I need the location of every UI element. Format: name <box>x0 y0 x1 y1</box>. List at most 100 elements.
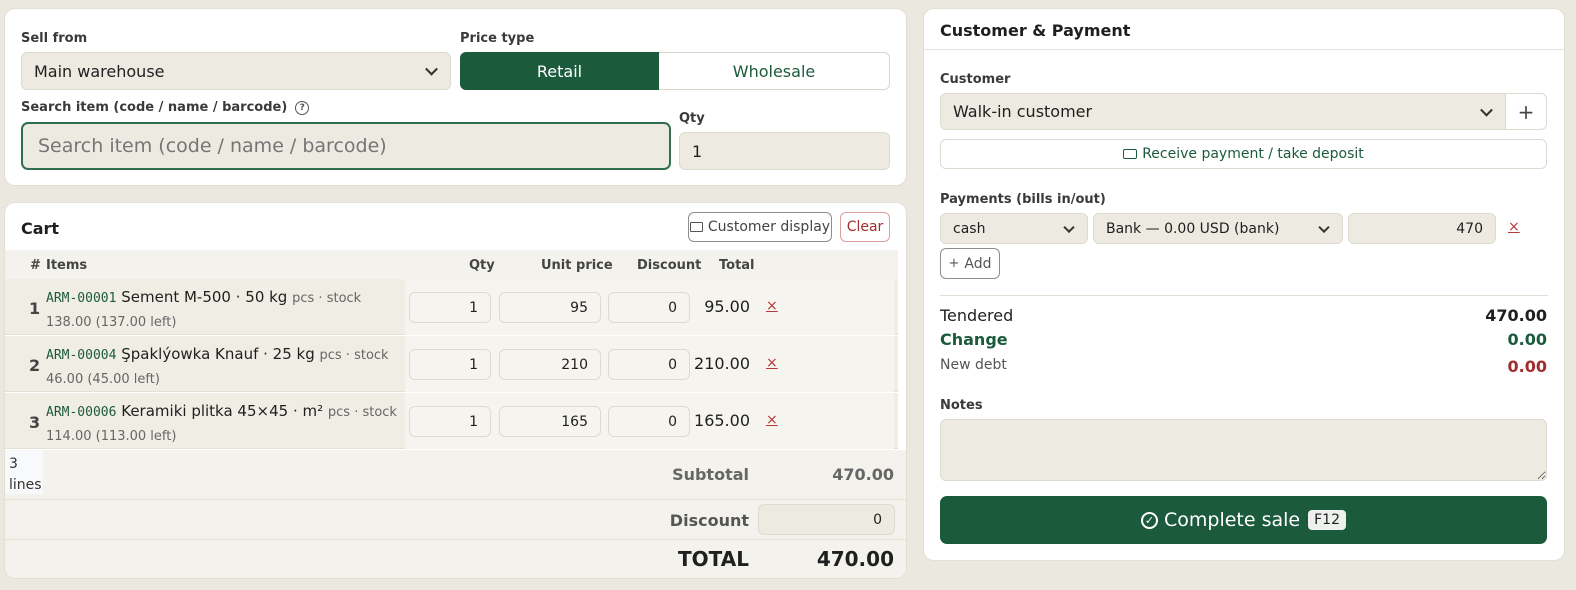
lines-count-value: 3 <box>9 456 18 472</box>
col-qty: Qty <box>469 258 495 273</box>
clear-cart-button[interactable]: Clear <box>840 212 890 242</box>
item-name: Şpaklýowka Knauf · 25 kg <box>121 345 315 363</box>
item-stock: 114.00 (113.00 left) <box>46 429 177 444</box>
debt-value: 0.00 <box>1507 357 1547 376</box>
row-price-input[interactable]: 210 <box>499 349 601 380</box>
customer-display-button[interactable]: Customer display <box>688 212 832 242</box>
money-icon <box>1123 149 1138 159</box>
chevron-down-icon <box>1318 221 1330 233</box>
sell-from-select[interactable]: Main warehouse <box>21 52 451 90</box>
customer-display-label: Customer display <box>707 219 831 235</box>
payment-account-select[interactable]: Bank — 0.00 USD (bank) <box>1093 213 1343 244</box>
lines-count: 3 lines <box>5 450 43 494</box>
change-label: Change <box>940 330 1008 349</box>
notes-textarea[interactable] <box>940 419 1547 481</box>
remove-payment-button[interactable]: × <box>1508 219 1520 235</box>
row-discount-input[interactable]: 0 <box>608 349 690 380</box>
item-code: ARM-00006 <box>46 405 117 420</box>
search-label-text: Search item (code / name / barcode) <box>21 100 288 115</box>
customer-select[interactable]: Walk-in customer <box>940 93 1506 130</box>
row-qty-input[interactable]: 1 <box>409 292 491 323</box>
col-items: Items <box>46 258 88 273</box>
subtotal-label: Subtotal <box>672 465 749 484</box>
cart-title: Cart <box>21 219 60 238</box>
remove-row-button[interactable]: × <box>766 298 778 314</box>
row-number: 3 <box>29 413 41 432</box>
add-customer-button[interactable]: + <box>1505 93 1547 130</box>
remove-row-button[interactable]: × <box>766 412 778 428</box>
cart-row: 1 ARM-00001 Sement M-500 · 50 kg pcs · s… <box>5 279 898 335</box>
tendered-label: Tendered <box>940 306 1014 325</box>
customer-label: Customer <box>940 72 1011 87</box>
row-item: ARM-00004 Şpaklýowka Knauf · 25 kg pcs ·… <box>46 343 401 391</box>
col-total: Total <box>719 258 755 273</box>
customer-value: Walk-in customer <box>953 102 1093 121</box>
qty-input[interactable]: 1 <box>679 132 890 170</box>
item-name: Sement M-500 · 50 kg <box>121 288 288 306</box>
debt-label: New debt <box>940 357 1007 373</box>
payment-amount-input[interactable]: 470 <box>1348 213 1496 244</box>
row-total: 95.00 <box>704 297 750 316</box>
receive-payment-button[interactable]: Receive payment / take deposit <box>940 139 1547 169</box>
row-price-input[interactable]: 95 <box>499 292 601 323</box>
chevron-down-icon <box>1480 103 1493 117</box>
chevron-down-icon <box>425 62 438 76</box>
chevron-down-icon <box>1063 221 1075 233</box>
row-total: 165.00 <box>694 411 750 430</box>
row-discount-input[interactable]: 0 <box>608 406 690 437</box>
item-unit: pcs · stock <box>292 291 362 306</box>
totals-divider <box>940 295 1548 296</box>
remove-row-button[interactable]: × <box>766 355 778 371</box>
search-label: Search item (code / name / barcode) ? <box>21 100 310 115</box>
complete-sale-button[interactable]: ✓ Complete sale F12 <box>940 496 1547 544</box>
tendered-value: 470.00 <box>1485 306 1547 325</box>
sell-from-label: Sell from <box>21 31 88 46</box>
col-discount: Discount <box>637 258 702 273</box>
col-unit-price: Unit price <box>541 258 613 273</box>
item-unit: pcs · stock <box>327 405 397 420</box>
receive-payment-label: Receive payment / take deposit <box>1142 146 1364 162</box>
cart-table-header: # Items Qty Unit price Discount Total <box>5 250 898 279</box>
row-qty-input[interactable]: 1 <box>409 349 491 380</box>
row-number: 1 <box>29 299 41 318</box>
cart-discount-input[interactable]: 0 <box>758 504 895 535</box>
plus-icon: + <box>948 256 960 271</box>
qty-label: Qty <box>679 111 705 126</box>
col-num: # <box>30 258 41 273</box>
item-stock: 138.00 (137.00 left) <box>46 315 177 330</box>
search-input[interactable] <box>21 122 671 170</box>
payment-method-select[interactable]: cash <box>940 213 1088 244</box>
add-payment-label: Add <box>964 255 992 272</box>
row-item: ARM-00001 Sement M-500 · 50 kg pcs · sto… <box>46 286 401 334</box>
header-divider <box>924 49 1564 50</box>
price-retail-button[interactable]: Retail <box>460 52 659 90</box>
payment-card: Customer & Payment Customer Walk-in cust… <box>924 9 1564 560</box>
item-code: ARM-00004 <box>46 348 117 363</box>
cart-row: 2 ARM-00004 Şpaklýowka Knauf · 25 kg pcs… <box>5 336 898 392</box>
help-icon[interactable]: ? <box>295 100 310 115</box>
payment-account-value: Bank — 0.00 USD (bank) <box>1106 220 1280 237</box>
complete-sale-shortcut: F12 <box>1308 510 1346 530</box>
row-price-input[interactable]: 165 <box>499 406 601 437</box>
sell-from-value: Main warehouse <box>34 61 165 81</box>
payments-label: Payments (bills in/out) <box>940 192 1106 207</box>
payment-method-value: cash <box>953 220 986 237</box>
row-item: ARM-00006 Keramiki plitka 45×45 · m² pcs… <box>46 400 401 448</box>
price-wholesale-button[interactable]: Wholesale <box>659 52 890 90</box>
payment-title: Customer & Payment <box>940 21 1131 40</box>
subtotal-value: 470.00 <box>832 465 894 484</box>
total-value: 470.00 <box>816 547 894 571</box>
monitor-icon <box>689 222 703 232</box>
lines-count-word: lines <box>9 477 42 493</box>
price-type-label: Price type <box>460 31 535 46</box>
row-number: 2 <box>29 356 41 375</box>
footer-divider <box>5 499 906 500</box>
add-payment-button[interactable]: + Add <box>940 248 1000 279</box>
cart-footer: 3 lines Subtotal 470.00 Discount 0 TOTAL… <box>5 450 906 578</box>
total-label: TOTAL <box>678 547 749 571</box>
row-discount-input[interactable]: 0 <box>608 292 690 323</box>
item-unit: pcs · stock <box>319 348 389 363</box>
sale-setup-card: Sell from Main warehouse Price type Reta… <box>5 9 906 185</box>
change-value: 0.00 <box>1507 330 1547 349</box>
row-qty-input[interactable]: 1 <box>409 406 491 437</box>
